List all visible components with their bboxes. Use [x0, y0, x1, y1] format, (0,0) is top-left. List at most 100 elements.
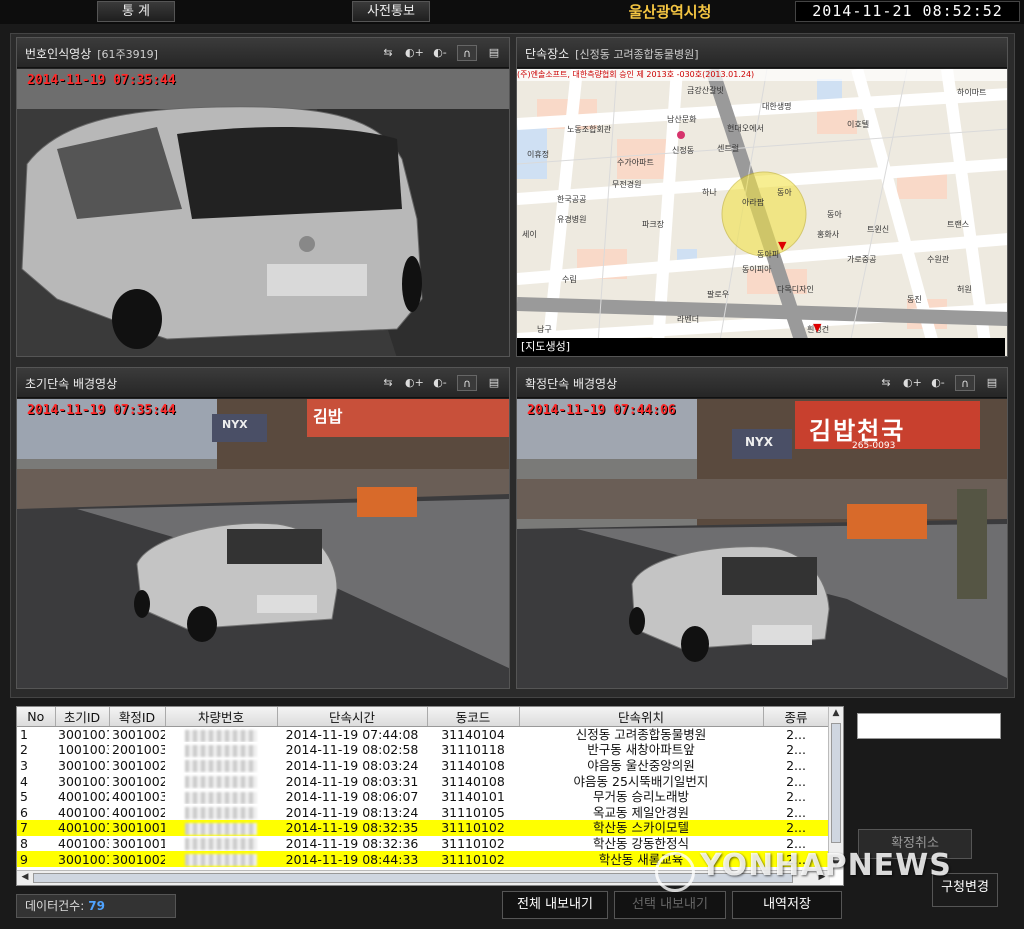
- save-icon[interactable]: ▤: [983, 375, 1001, 391]
- col-header[interactable]: 단속위치: [519, 707, 764, 727]
- scroll-thumb[interactable]: [33, 873, 793, 883]
- table-row[interactable]: 2 1001003 2001003 2014-11-19 08:02:58 311101…: [17, 742, 829, 758]
- city-title: 울산광역시청: [628, 3, 712, 21]
- cell-plate: [165, 727, 277, 743]
- export-selected-button[interactable]: 선택 내보내기: [614, 891, 726, 919]
- fit-icon[interactable]: ⇆: [877, 375, 895, 391]
- save-icon[interactable]: ▤: [485, 375, 503, 391]
- table-row[interactable]: 8 4001003 3001001 2014-11-19 08:32:36 311101…: [17, 836, 829, 852]
- panel-header: 초기단속 배경영상 ⇆ ◐+ ◐- ∩ ▤: [17, 368, 509, 398]
- col-header[interactable]: 동코드: [427, 707, 520, 727]
- table-row[interactable]: 6 4001001 4001002 2014-11-19 08:13:24 311101…: [17, 804, 829, 820]
- map-label: 노동조합회관: [567, 125, 612, 134]
- cell-time: 2014-11-19 08:03:24: [285, 757, 419, 773]
- save-history-button[interactable]: 내역저장: [732, 891, 842, 919]
- map-label: 팔로우: [707, 290, 730, 299]
- col-header[interactable]: 확정ID: [109, 707, 166, 727]
- brightness-up-icon[interactable]: ◐+: [903, 375, 922, 391]
- confirm-bg-panel: 확정단속 배경영상 ⇆ ◐+ ◐- ∩ ▤ 김밥천국 265-0093 NYX …: [516, 367, 1008, 689]
- initial-bg-title: 초기단속 배경영상: [25, 377, 118, 391]
- redacted-plate: [185, 744, 257, 757]
- scroll-thumb[interactable]: [831, 723, 841, 843]
- location-panel: 단속장소 [신정동 고려종합동물병원] (주)엔솔소프트, 대한측량협회 승인 …: [516, 37, 1008, 357]
- map-label: 홍화사: [817, 230, 840, 239]
- cell-plate: [165, 820, 277, 836]
- brightness-down-icon[interactable]: ◐-: [431, 375, 449, 391]
- notice-button[interactable]: 사전통보: [352, 1, 430, 22]
- cell-time: 2014-11-19 08:32:35: [277, 820, 427, 836]
- brightness-down-icon[interactable]: ◐-: [929, 375, 947, 391]
- cell-initial-id: 4001001: [58, 804, 109, 820]
- fit-icon[interactable]: ⇆: [379, 375, 397, 391]
- table-row[interactable]: 5 4001002 4001003 2014-11-19 08:06:07 311401…: [17, 789, 829, 805]
- cell-plate: [165, 836, 277, 852]
- col-header[interactable]: No: [17, 707, 56, 727]
- fit-icon[interactable]: ⇆: [379, 45, 397, 61]
- shop-sign: 김밥: [313, 407, 343, 426]
- headphones-icon[interactable]: ∩: [457, 45, 477, 61]
- map-label: 트랜스: [947, 220, 970, 229]
- cell-initial-id: 1001003: [58, 742, 109, 758]
- panel-header: 단속장소 [신정동 고려종합동물병원]: [517, 38, 1007, 68]
- scroll-left-icon[interactable]: ◀: [18, 872, 32, 882]
- cell-initial-id: 4001002: [58, 789, 109, 805]
- cell-dong-code: 31110102: [427, 851, 519, 867]
- cell-confirm-id: 4001002: [112, 804, 165, 820]
- headphones-icon[interactable]: ∩: [955, 375, 975, 391]
- stats-button[interactable]: 통 계: [97, 1, 175, 22]
- table-row[interactable]: 3 3001001 3001002 2014-11-19 08:03:24 311401…: [17, 758, 829, 774]
- district-input[interactable]: [857, 713, 1001, 739]
- location-name: [신정동 고려종합동물병원]: [575, 48, 699, 61]
- confirm-bg-view[interactable]: 김밥천국 265-0093 NYX 2014-11-19 07:44:06: [517, 399, 1007, 688]
- redacted-plate: [185, 776, 257, 789]
- table-row[interactable]: 9 3001001 3001002 2014-11-19 08:44:33 311101…: [17, 851, 829, 867]
- cell-dong-code: 31110105: [441, 804, 505, 820]
- scroll-right-icon[interactable]: ▶: [815, 872, 829, 882]
- scroll-up-icon[interactable]: ▲: [829, 708, 843, 718]
- data-count: 데이터건수: 79: [16, 894, 176, 918]
- map-label: 대한생명: [762, 102, 792, 111]
- map-copyright: (주)엔솔소프트, 대한측량협회 승인 제 2013호 -030호(2013.0…: [517, 69, 1007, 81]
- table-row[interactable]: 7 4001001 3001001 2014-11-19 08:32:35 311101…: [17, 820, 829, 836]
- headphones-icon[interactable]: ∩: [457, 375, 477, 391]
- col-header[interactable]: 차량번호: [165, 707, 278, 727]
- map-label: 다목디자인: [777, 285, 814, 294]
- export-all-button[interactable]: 전체 내보내기: [502, 891, 608, 919]
- plate-video-view[interactable]: 2014-11-19 07:35:44: [17, 69, 509, 356]
- brightness-up-icon[interactable]: ◐+: [405, 45, 424, 61]
- map-label: 세이: [522, 230, 537, 239]
- brightness-up-icon[interactable]: ◐+: [405, 375, 424, 391]
- cell-location: 학산동 강동한정식: [593, 835, 689, 851]
- cell-kind: 2...: [786, 757, 806, 773]
- map-label: 남구: [537, 325, 552, 334]
- map-label: 이휴정: [527, 150, 550, 159]
- redacted-plate: [185, 791, 257, 804]
- panel-title: 단속장소 [신정동 고려종합동물병원]: [525, 45, 699, 62]
- cell-location: 신정동 고려종합동물병원: [575, 727, 707, 743]
- initial-bg-view[interactable]: 김밥 NYX 2014-11-19 07:35:44: [17, 399, 509, 688]
- cell-time: 2014-11-19 07:44:08: [285, 727, 419, 743]
- col-header[interactable]: 단속시간: [277, 707, 428, 727]
- clock: 2014-11-21 08:52:52: [795, 1, 1020, 22]
- panel-tools: ⇆ ◐+ ◐- ∩ ▤: [379, 45, 503, 61]
- cell-plate: [165, 804, 277, 820]
- cell-confirm-id: 3001001: [112, 835, 165, 851]
- map-view[interactable]: (주)엔솔소프트, 대한측량협회 승인 제 2013호 -030호(2013.0…: [517, 69, 1007, 356]
- table-row[interactable]: 1 3001001 3001002 2014-11-19 07:44:08 311401…: [17, 727, 829, 743]
- col-header[interactable]: 초기ID: [55, 707, 110, 727]
- cell-plate: [165, 773, 277, 789]
- scroll-down-icon[interactable]: ▼: [829, 859, 843, 869]
- table-row[interactable]: 4 3001001 3001002 2014-11-19 08:03:31 311401…: [17, 773, 829, 789]
- cell-dong-code: 31110118: [441, 742, 505, 758]
- table-horizontal-scrollbar[interactable]: ◀ ▶: [17, 870, 830, 885]
- col-header[interactable]: 종류: [763, 707, 830, 727]
- brightness-down-icon[interactable]: ◐-: [431, 45, 449, 61]
- district-change-button[interactable]: 구청변경: [932, 873, 998, 907]
- panel-tools: ⇆ ◐+ ◐- ∩ ▤: [379, 375, 503, 391]
- table-vertical-scrollbar[interactable]: ▲ ▼: [828, 707, 843, 870]
- save-icon[interactable]: ▤: [485, 45, 503, 61]
- nyx-sign: NYX: [745, 435, 773, 449]
- cell-plate: [165, 742, 277, 758]
- cancel-confirm-button[interactable]: 확정취소: [858, 829, 972, 859]
- top-bar: 통 계 사전통보 울산광역시청 2014-11-21 08:52:52: [0, 0, 1024, 24]
